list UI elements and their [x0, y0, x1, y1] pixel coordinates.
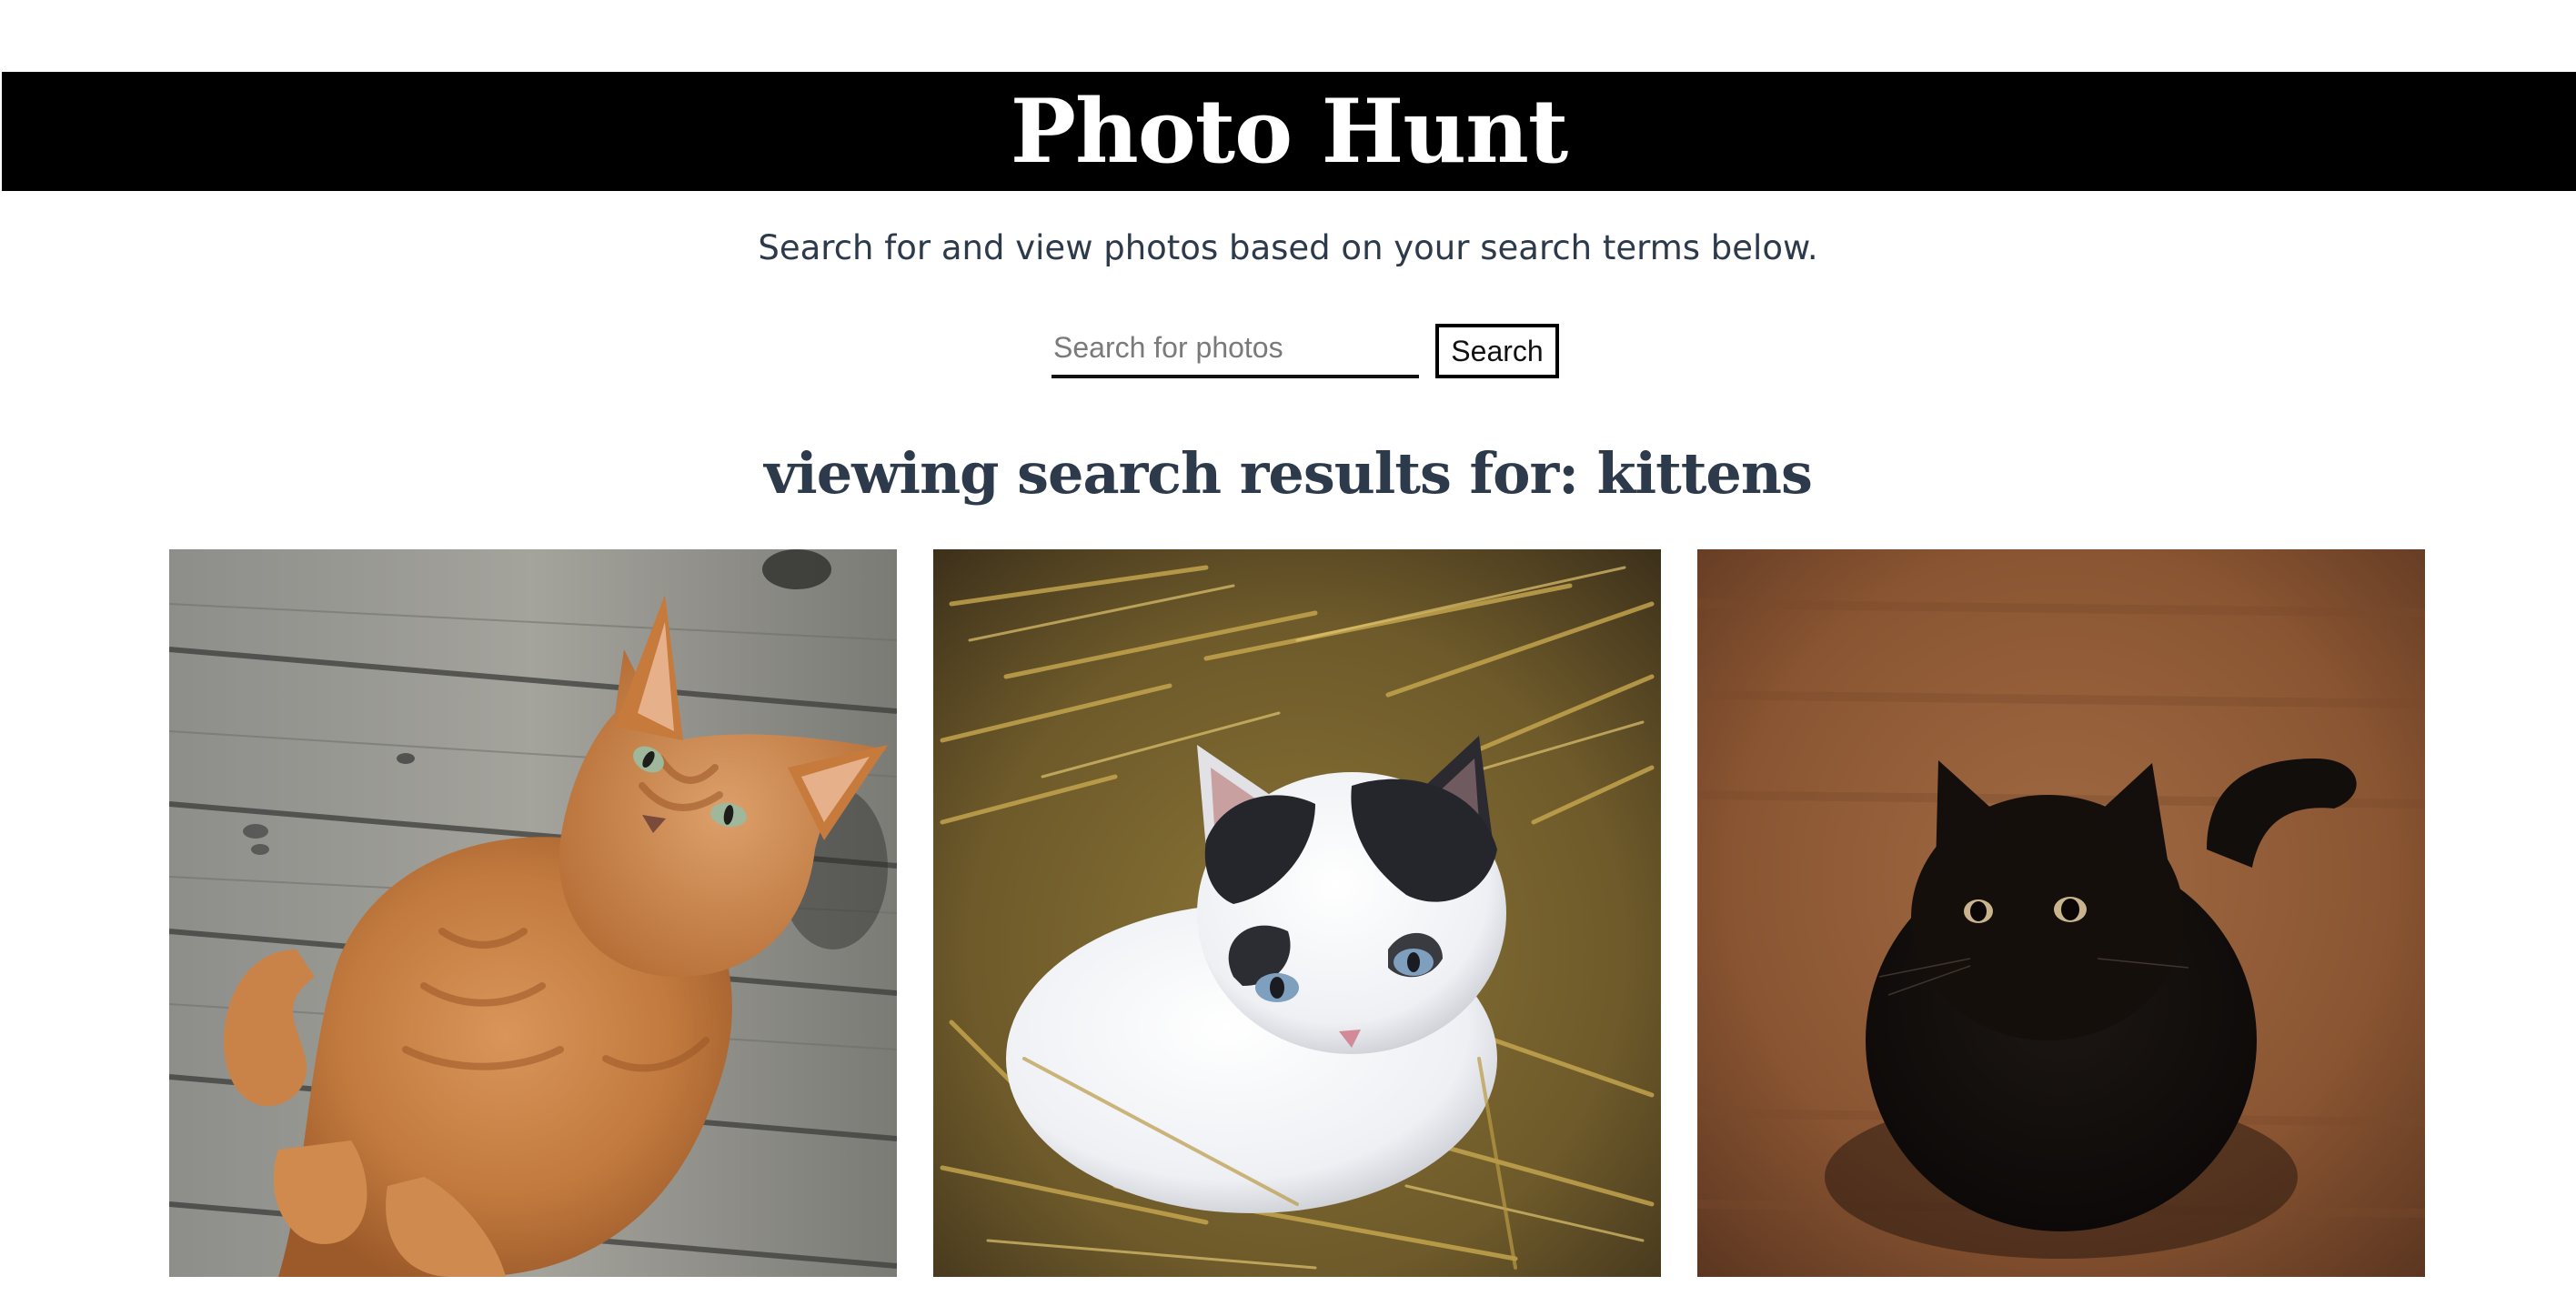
search-input[interactable] [1052, 324, 1419, 378]
header-bar: Photo Hunt [2, 72, 2576, 191]
photo-card-black-cat[interactable] [1697, 549, 2425, 1277]
photo-card-white-kitten[interactable] [933, 549, 1661, 1277]
photo-card-orange-tabby[interactable] [169, 549, 897, 1277]
white-kitten-in-straw-image [933, 549, 1661, 1277]
black-cat-image [1697, 549, 2425, 1277]
app-title: Photo Hunt [1010, 79, 1568, 183]
intro-text: Search for and view photos based on your… [758, 228, 1818, 267]
search-button[interactable]: Search [1435, 324, 1559, 378]
photo-grid [169, 549, 2425, 1277]
results-heading: viewing search results for: kittens [764, 440, 1813, 507]
orange-tabby-cat-image [169, 549, 897, 1277]
search-form: Search [1052, 324, 1559, 380]
